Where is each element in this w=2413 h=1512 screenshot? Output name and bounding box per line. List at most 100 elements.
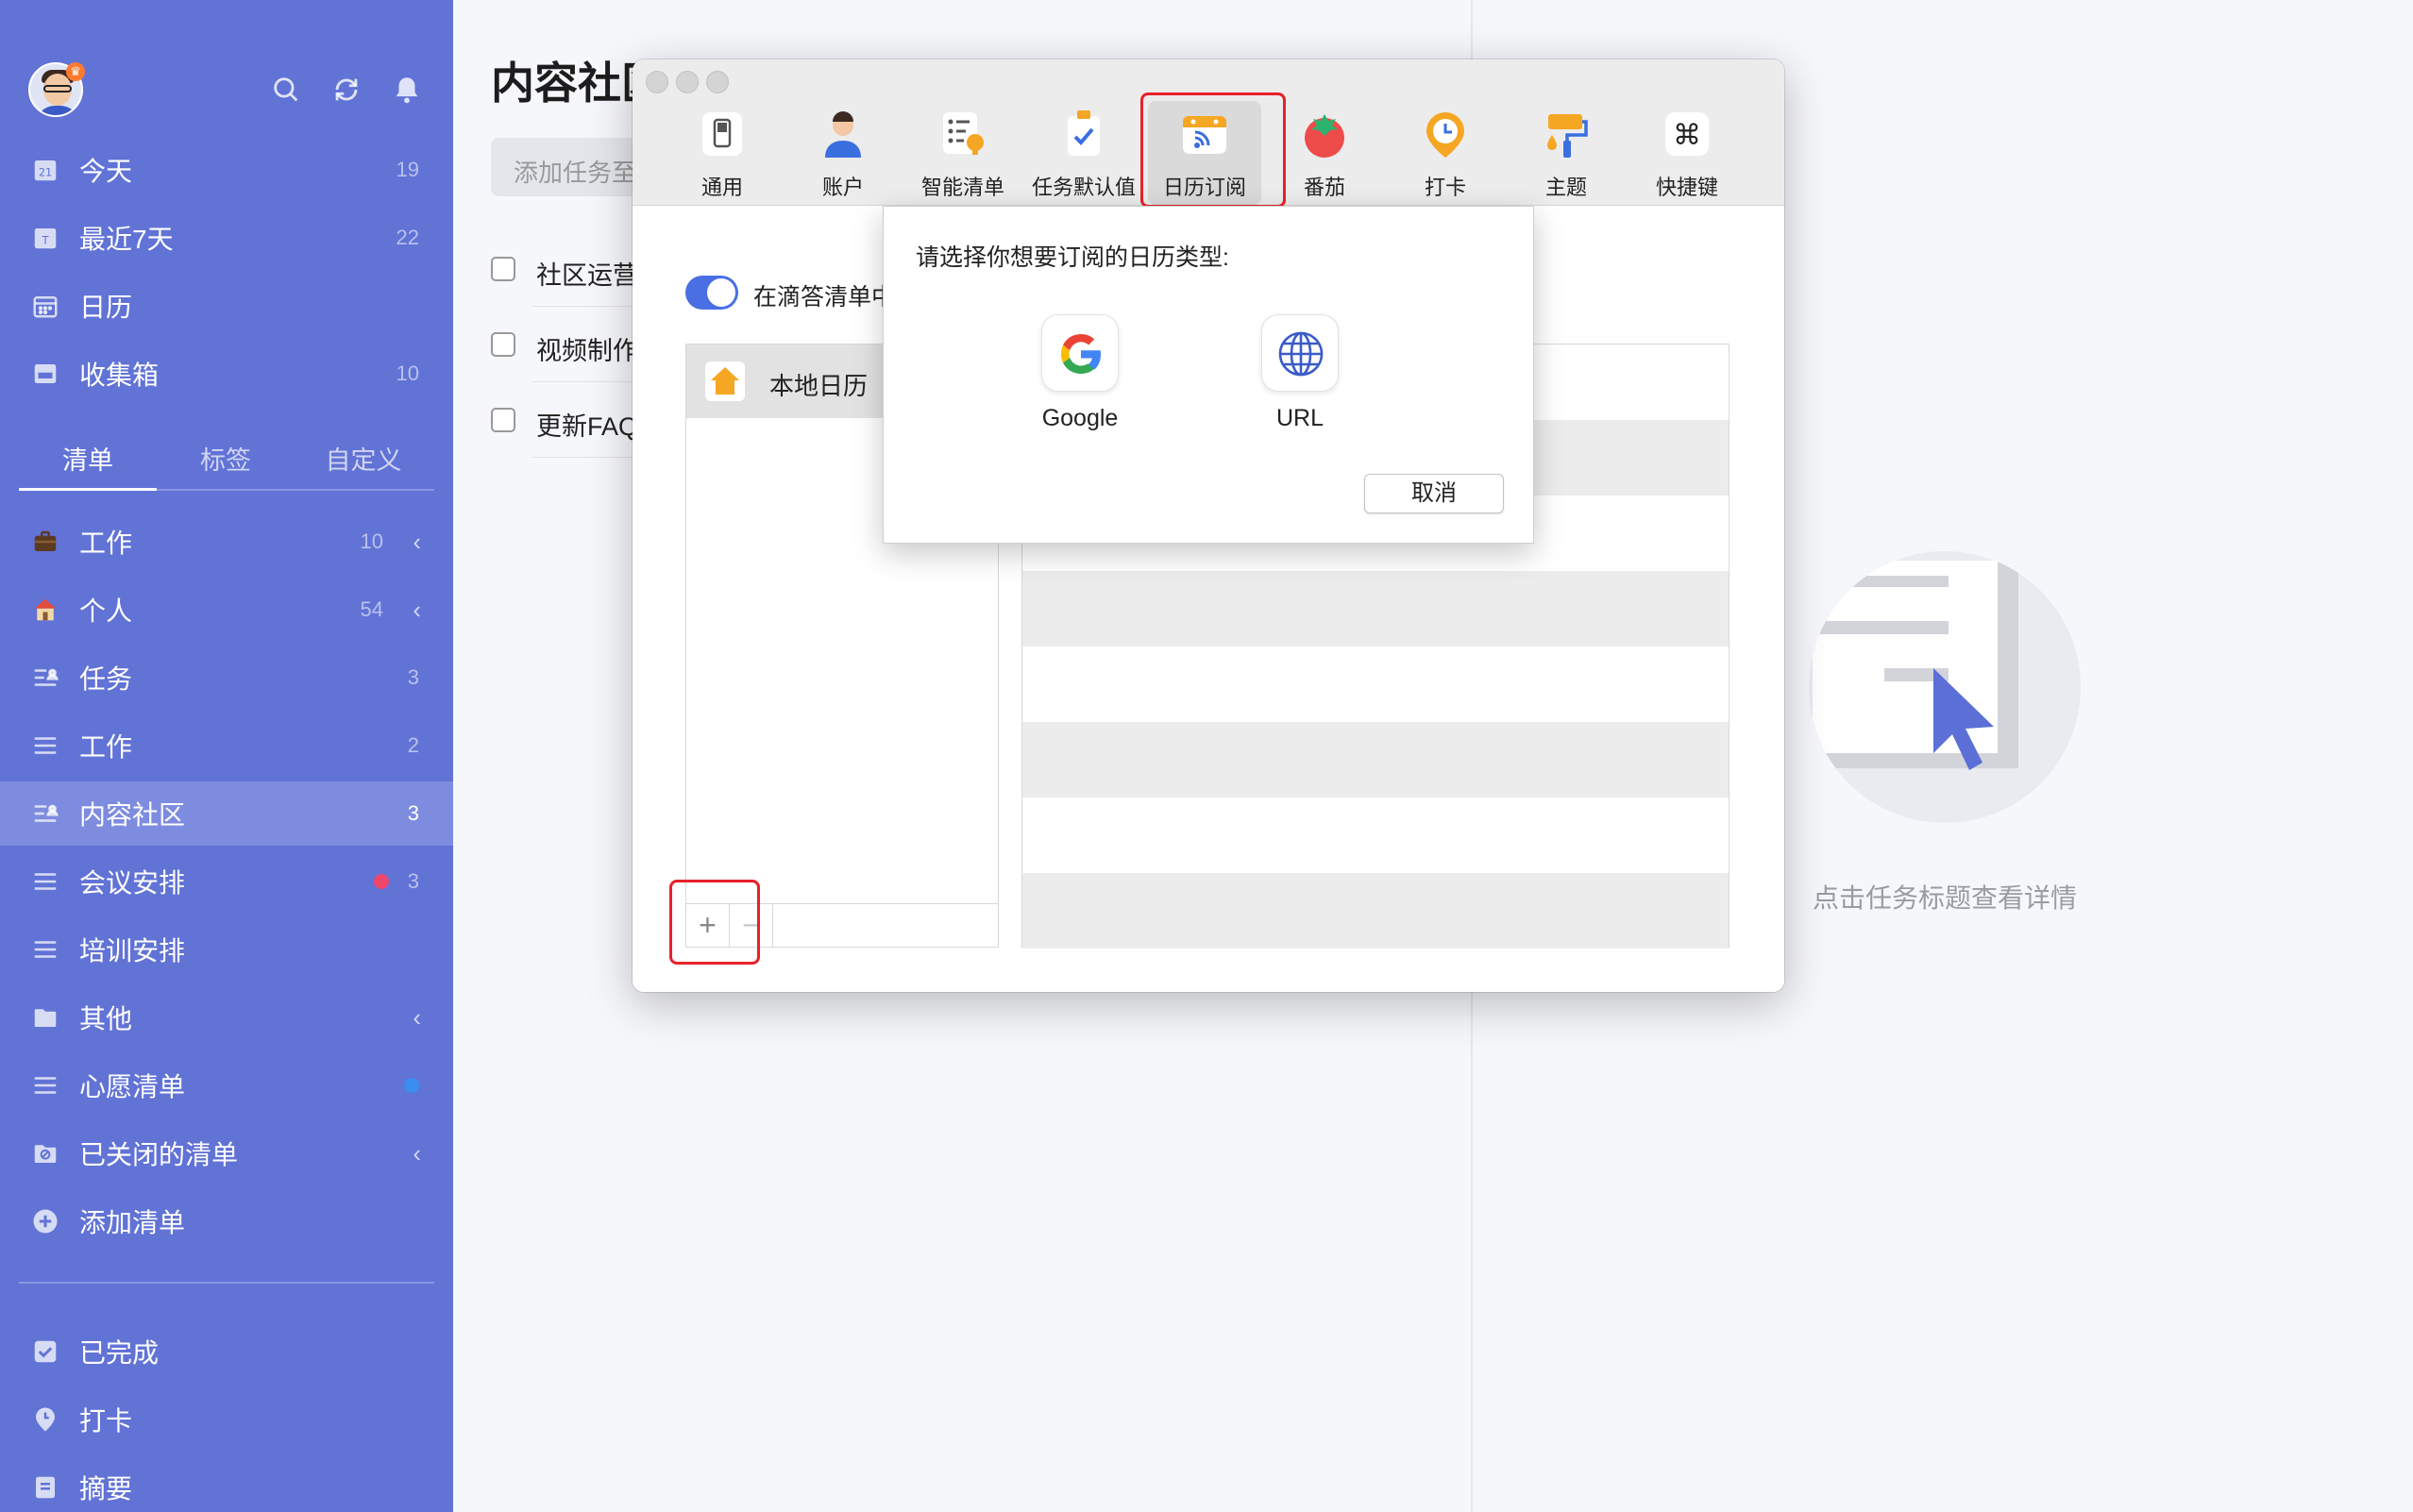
sidebar-item-label: 工作	[79, 732, 133, 762]
sidebar-item-count: 10	[360, 529, 383, 553]
pref-tab-label: 打卡	[1424, 176, 1466, 199]
list-icon	[30, 866, 60, 897]
sidebar-item-next-7-days[interactable]: T 最近7天 22	[0, 206, 453, 270]
sidebar-item-count: 2	[407, 733, 419, 757]
summary-icon	[30, 1472, 60, 1503]
folder-icon	[30, 1002, 60, 1033]
sidebar-item-label: 已关闭的清单	[79, 1140, 239, 1169]
pref-tab-theme[interactable]: 主题	[1510, 109, 1623, 203]
premium-crown-icon: ♛	[66, 62, 85, 81]
url-option-label: URL	[1275, 405, 1324, 431]
sidebar-item-label: 日历	[79, 293, 133, 322]
account-person-icon	[825, 111, 861, 158]
sidebar-item-content-community[interactable]: 内容社区 3	[0, 781, 453, 846]
task-title[interactable]: 社区运营	[536, 255, 638, 292]
sidebar-item-label: 培训安排	[79, 936, 186, 966]
task-checkbox[interactable]	[491, 257, 515, 281]
smart-list-icon	[943, 112, 984, 155]
command-key-icon: ⌘	[1665, 112, 1709, 156]
table-row	[1022, 571, 1729, 647]
chevron-left-icon[interactable]: ‹	[413, 596, 421, 625]
chevron-left-icon[interactable]: ‹	[413, 1003, 421, 1033]
tab-custom[interactable]: 自定义	[295, 440, 432, 477]
sidebar-item-closed-lists[interactable]: 已关闭的清单 ‹	[0, 1121, 453, 1185]
sidebar-item-count: 3	[407, 869, 419, 893]
calendar-grid-icon	[30, 291, 60, 321]
pref-tab-general[interactable]: 通用	[666, 109, 779, 203]
sidebar-item-personal[interactable]: 个人 54 ‹	[0, 578, 453, 642]
window-minimize-button[interactable]	[676, 71, 699, 93]
pref-tab-task-defaults[interactable]: 任务默认值	[1027, 109, 1140, 203]
sidebar-item-other-folder[interactable]: 其他 ‹	[0, 985, 453, 1050]
task-title[interactable]: 更新FAQ	[536, 406, 638, 443]
sidebar-item-inbox[interactable]: 收集箱 10	[0, 342, 453, 406]
sheet-prompt: 请选择你想要订阅的日历类型:	[916, 244, 1229, 271]
calendar-week-icon: T	[30, 223, 60, 253]
sidebar-item-work-folder[interactable]: 工作 10 ‹	[0, 510, 453, 574]
sidebar-item-label: 个人	[79, 596, 133, 626]
pref-tab-account[interactable]: 账户	[786, 109, 900, 203]
tab-lists[interactable]: 清单	[19, 440, 157, 477]
sidebar-item-habit[interactable]: 打卡	[0, 1387, 453, 1452]
sidebar-item-training[interactable]: 培训安排	[0, 917, 453, 982]
task-checkbox[interactable]	[491, 332, 515, 357]
table-row	[1022, 722, 1729, 798]
sidebar-item-summary[interactable]: 摘要	[0, 1455, 453, 1512]
empty-detail-illustration	[1809, 551, 2081, 823]
inbox-icon	[30, 359, 60, 389]
calendar-21-icon: 21	[30, 155, 60, 185]
plus-circle-icon	[30, 1206, 60, 1236]
sidebar-item-label: 摘要	[79, 1474, 133, 1504]
pref-tab-label: 快捷键	[1655, 176, 1718, 199]
color-dot	[404, 1078, 419, 1093]
sidebar-item-tasks[interactable]: 任务 3	[0, 646, 453, 710]
list-icon	[30, 1070, 60, 1100]
sidebar-item-count: 10	[396, 361, 419, 385]
sidebar-item-label: 工作	[79, 529, 133, 558]
globe-icon	[1278, 331, 1324, 377]
sidebar-item-completed[interactable]: 已完成	[0, 1319, 453, 1384]
chevron-left-icon[interactable]: ‹	[413, 1139, 421, 1168]
house-icon	[30, 595, 60, 625]
sidebar-item-wishlist[interactable]: 心愿清单	[0, 1053, 453, 1117]
theme-roller-icon	[1547, 114, 1588, 158]
sidebar-item-work[interactable]: 工作 2	[0, 714, 453, 778]
sidebar-item-label: 已完成	[79, 1338, 160, 1368]
sync-icon[interactable]	[330, 74, 363, 106]
highlight-calendar-subscription	[1140, 92, 1286, 208]
svg-text:T: T	[42, 234, 49, 246]
checkbox-icon	[30, 1336, 60, 1367]
task-title[interactable]: 视频制作	[536, 330, 638, 367]
subscribe-toggle[interactable]	[685, 276, 738, 310]
add-list-button[interactable]: 添加清单	[0, 1189, 453, 1253]
sidebar-item-label: 会议安排	[79, 868, 186, 898]
pref-tab-shortcuts[interactable]: ⌘ 快捷键	[1630, 109, 1744, 203]
sidebar-item-meetings[interactable]: 会议安排 3	[0, 849, 453, 914]
url-calendar-option[interactable]: URL	[1224, 314, 1375, 432]
sidebar-item-count: 3	[407, 801, 419, 825]
pref-tab-label: 账户	[821, 176, 864, 199]
sidebar-item-label: 内容社区	[79, 800, 186, 830]
window-close-button[interactable]	[646, 71, 668, 93]
notification-bell-icon[interactable]	[391, 74, 423, 106]
svg-text:⌘: ⌘	[1673, 119, 1701, 152]
archive-icon	[30, 1138, 60, 1168]
pref-tab-habit[interactable]: 打卡	[1389, 109, 1502, 203]
sidebar-item-label: 今天	[79, 157, 133, 186]
google-icon	[1061, 334, 1101, 374]
habit-clock-icon	[1426, 112, 1464, 158]
sidebar-item-calendar[interactable]: 日历	[0, 274, 453, 338]
window-zoom-button[interactable]	[706, 71, 729, 93]
highlight-add-button	[669, 880, 760, 965]
sidebar-item-today[interactable]: 21 今天 19	[0, 138, 453, 202]
cancel-button[interactable]: 取消	[1364, 474, 1504, 513]
search-icon[interactable]	[270, 74, 302, 106]
sidebar-item-label: 其他	[79, 1004, 133, 1033]
calendar-account-label: 本地日历	[769, 372, 869, 400]
sidebar-item-label: 最近7天	[79, 225, 174, 254]
task-checkbox[interactable]	[491, 408, 515, 432]
chevron-left-icon[interactable]: ‹	[413, 528, 421, 557]
tab-tags[interactable]: 标签	[157, 440, 295, 477]
google-calendar-option[interactable]: Google	[1004, 314, 1156, 432]
pref-tab-smart-list[interactable]: 智能清单	[906, 109, 1020, 203]
